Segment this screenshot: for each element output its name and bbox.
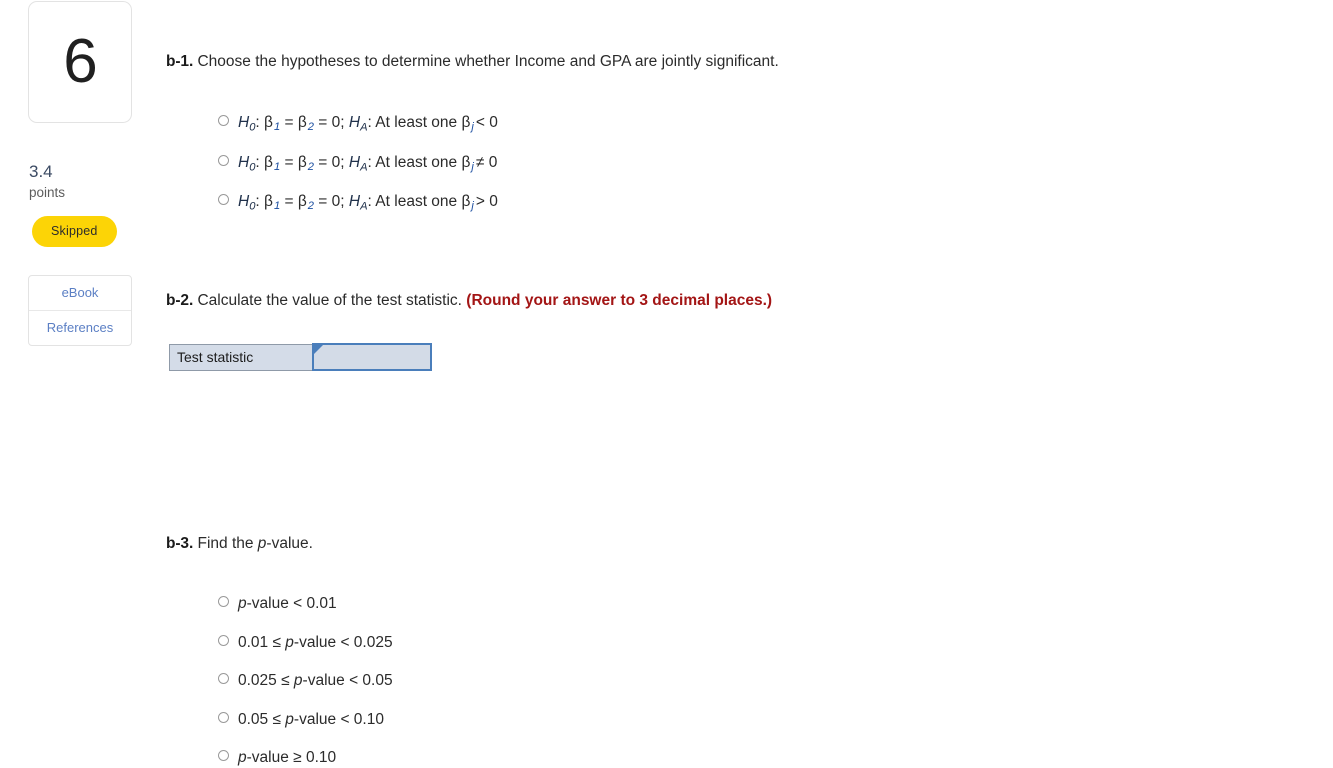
b3-prompt-pre: Find the [197,535,258,552]
resource-links-box: eBook References [28,275,132,346]
cursor-marker-icon [313,345,323,354]
b2-prompt: b-2. Calculate the value of the test sta… [166,290,772,311]
radio-icon[interactable] [218,711,229,723]
b3-option-5-label: p-value ≥ 0.10 [238,749,337,766]
b1-option-2[interactable]: H0: β1 = β2 = 0; HA: At least one βj ≠ 0 [218,153,500,174]
radio-icon[interactable] [218,634,229,646]
b3-option-4[interactable]: 0.05 ≤ p-value < 0.10 [218,710,393,728]
points-block: 3.4 points [28,162,134,202]
radio-icon[interactable] [218,115,229,126]
b1-prompt: b-1. Choose the hypotheses to determine … [166,51,779,72]
b1-tag: b-1. [166,53,194,70]
radio-icon[interactable] [218,673,229,684]
b3-option-3[interactable]: 0.025 ≤ p-value < 0.05 [218,673,393,689]
b3-option-1[interactable]: p-value < 0.01 [218,596,393,612]
radio-icon[interactable] [218,194,229,205]
b1-option-1-label: H0: β1 = β2 = 0; HA: At least one βj < 0 [238,114,498,134]
b1-option-3-label: H0: β1 = β2 = 0; HA: At least one βj > 0 [238,193,498,213]
b2-tag: b-2. [166,292,194,309]
ebook-link[interactable]: eBook [29,276,131,310]
b1-option-list: H0: β1 = β2 = 0; HA: At least one βj < 0 … [218,115,500,213]
radio-icon[interactable] [218,154,229,166]
status-badge: Skipped [32,216,117,247]
test-statistic-input-cell[interactable] [311,343,432,371]
b3-option-5[interactable]: p-value ≥ 0.10 [218,750,393,766]
b2-prompt-body: Calculate the value of the test statisti… [197,292,462,309]
b3-option-list: p-value < 0.01 0.01 ≤ p-value < 0.025 0.… [218,596,393,766]
b3-option-4-label: 0.05 ≤ p-value < 0.10 [238,710,384,728]
b1-option-2-label: H0: β1 = β2 = 0; HA: At least one βj ≠ 0 [238,153,498,173]
b3-option-2[interactable]: 0.01 ≤ p-value < 0.025 [218,633,393,651]
radio-icon[interactable] [218,596,229,607]
question-number: 6 [63,27,97,96]
b1-option-3[interactable]: H0: β1 = β2 = 0; HA: At least one βj > 0 [218,194,500,213]
points-label: points [29,185,66,200]
test-statistic-input[interactable] [313,345,430,369]
b1-prompt-body: Choose the hypotheses to determine wheth… [197,53,779,70]
b3-option-2-label: 0.01 ≤ p-value < 0.025 [238,633,393,651]
table-row: Test statistic [169,343,432,371]
b2-round-note: (Round your answer to 3 decimal places.) [466,292,773,309]
references-link[interactable]: References [29,310,131,345]
b3-tag: b-3. [166,535,194,552]
b3-option-1-label: p-value < 0.01 [238,595,337,612]
question-sidebar: 6 3.4 points Skipped eBook References [28,0,134,346]
b3-prompt: b-3. Find the p-value. [166,533,313,554]
test-statistic-table: Test statistic [169,343,432,371]
test-statistic-label: Test statistic [169,343,313,371]
question-number-card: 6 [28,1,132,123]
b3-option-3-label: 0.025 ≤ p-value < 0.05 [238,672,393,689]
b3-prompt-post: -value. [266,535,313,552]
radio-icon[interactable] [218,750,229,761]
points-value: 3.4 [29,162,53,181]
b1-option-1[interactable]: H0: β1 = β2 = 0; HA: At least one βj < 0 [218,115,500,134]
